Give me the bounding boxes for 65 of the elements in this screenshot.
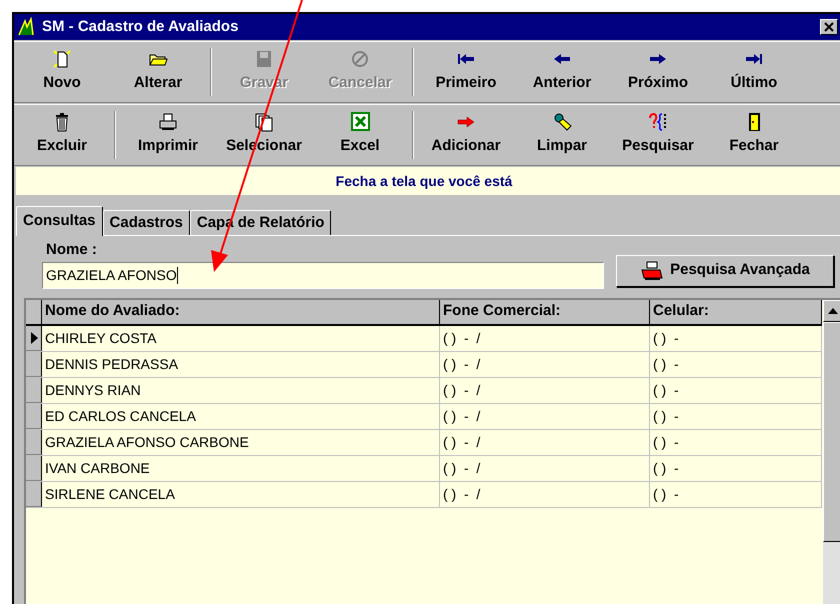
printer-icon	[157, 112, 179, 132]
table-cell: ( ) -	[650, 378, 822, 402]
table-cell: ( ) - /	[440, 326, 650, 350]
table-cell: ( ) -	[650, 456, 822, 480]
name-field[interactable]: GRAZIELA AFONSO	[42, 262, 604, 288]
toolbar-button[interactable]: Primeiro	[418, 42, 514, 102]
toolbar-button[interactable]: Último	[706, 42, 802, 102]
close-button[interactable]	[820, 19, 838, 35]
table-cell: ( ) - /	[440, 404, 650, 428]
prohibited-icon	[349, 49, 371, 70]
row-indicator[interactable]	[26, 404, 42, 428]
toolbar-button[interactable]: Alterar	[110, 42, 206, 102]
toolbar-button[interactable]: Excel	[312, 105, 408, 165]
table-cell: IVAN CARBONE	[42, 456, 440, 480]
table-cell: ( ) - /	[440, 352, 650, 376]
advanced-search-button[interactable]: Pesquisa Avançada	[616, 254, 834, 286]
table-cell: GRAZIELA AFONSO CARBONE	[42, 430, 440, 454]
pages-icon	[253, 112, 275, 132]
spreadsheet-icon	[349, 112, 371, 132]
toolbar-button[interactable]: Próximo	[610, 42, 706, 102]
table-cell: ED CARLOS CANCELA	[42, 404, 440, 428]
toolbar-button[interactable]: Excluir	[14, 105, 110, 165]
field-label: Nome :	[46, 240, 98, 260]
table-cell: ( ) - /	[440, 430, 650, 454]
table-cell: ( ) - /	[440, 482, 650, 506]
table-cell: DENNYS RIAN	[42, 378, 440, 402]
window-title: SM - Cadastro de Avaliados	[42, 16, 238, 37]
toolbar-button[interactable]: Novo	[14, 42, 110, 102]
row-indicator[interactable]	[26, 378, 42, 402]
row-indicator[interactable]	[26, 482, 42, 506]
table-cell: ( ) -	[650, 352, 822, 376]
column-header[interactable]: Nome do Avaliado:	[42, 300, 440, 324]
scroll-up-button[interactable]	[823, 300, 840, 322]
table-cell: ( ) -	[650, 482, 822, 506]
table-cell: ( ) -	[650, 430, 822, 454]
table-cell: ( ) -	[650, 326, 822, 350]
toolbar-button[interactable]: Limpar	[514, 105, 610, 165]
app-icon	[16, 17, 36, 37]
table-cell: ( ) - /	[440, 456, 650, 480]
tab[interactable]: Consultas	[16, 206, 103, 236]
table-cell: CHIRLEY COSTA	[42, 326, 440, 350]
scrollbar-thumb[interactable]	[823, 322, 840, 542]
tab[interactable]: Cadastros	[102, 210, 190, 235]
table-cell: ( ) - /	[440, 378, 650, 402]
toolbar-button[interactable]: Adicionar	[418, 105, 514, 165]
table-cell: ( ) -	[650, 404, 822, 428]
scrollbar[interactable]	[823, 300, 840, 604]
question-braces-icon	[647, 112, 669, 132]
printer-icon	[640, 260, 664, 280]
toolbar-button[interactable]: Anterior	[514, 42, 610, 102]
row-indicator[interactable]	[26, 430, 42, 454]
row-indicator[interactable]	[26, 352, 42, 376]
column-header[interactable]: Celular:	[650, 300, 822, 324]
table-cell: SIRLENE CANCELA	[42, 482, 440, 506]
row-indicator[interactable]	[26, 326, 42, 350]
row-indicator[interactable]	[26, 456, 42, 480]
column-header[interactable]: Fone Comercial:	[440, 300, 650, 324]
toolbar-button[interactable]: Fechar	[706, 105, 802, 165]
toolbar-button[interactable]: Imprimir	[120, 105, 216, 165]
up-arrow-icon	[828, 308, 838, 314]
close-icon	[824, 22, 834, 32]
new-document-icon	[51, 49, 73, 70]
toolbar-button[interactable]: Pesquisar	[610, 105, 706, 165]
table-cell: DENNIS PEDRASSA	[42, 352, 440, 376]
hint-text: Fecha a tela que você está	[336, 172, 512, 191]
